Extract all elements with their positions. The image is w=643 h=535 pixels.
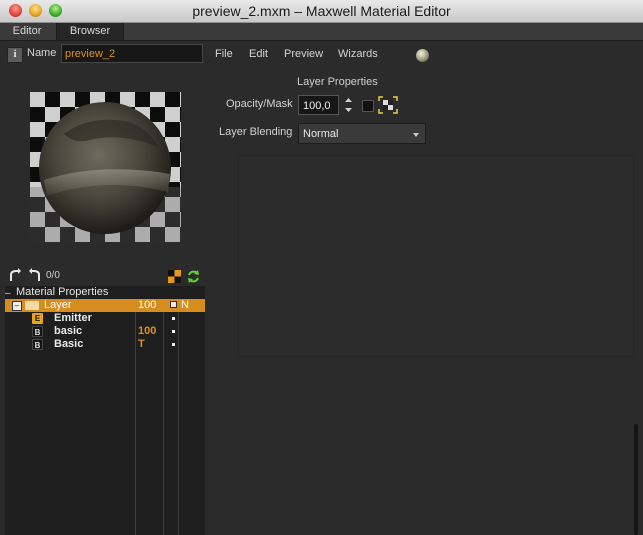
material-preview-image[interactable]	[30, 92, 181, 242]
menu-preview[interactable]: Preview	[284, 48, 323, 60]
bsdf-value: 100	[138, 325, 157, 337]
layer-blending-select[interactable]: Normal	[298, 123, 426, 144]
layer-properties-title: Layer Properties	[297, 76, 378, 88]
menu-wizards[interactable]: Wizards	[338, 48, 378, 60]
layer-value: 100	[138, 299, 157, 311]
tree-title: Material Properties	[16, 286, 109, 298]
mask-color-swatch[interactable]	[362, 100, 374, 112]
render-sphere-icon[interactable]	[416, 49, 429, 62]
vertical-scrollbar[interactable]	[634, 424, 638, 535]
emitter-badge-icon: E	[32, 313, 43, 324]
opacity-stepper[interactable]	[343, 95, 354, 115]
layer-blending-label: Layer Blending	[219, 126, 293, 138]
material-name-input[interactable]: preview_2	[61, 44, 203, 63]
bsdf-visibility-toggle[interactable]	[172, 330, 175, 333]
tab-editor[interactable]: Editor	[0, 23, 54, 40]
tree-row-basic[interactable]: B basic 100	[5, 325, 205, 338]
window-title: preview_2.mxm – Maxwell Material Editor	[192, 3, 451, 19]
history-counter: 0/0	[46, 270, 60, 281]
chevron-down-icon	[413, 133, 419, 137]
layer-name: Layer	[44, 299, 72, 311]
info-icon[interactable]: i	[7, 47, 23, 63]
bsdf-visibility-toggle[interactable]	[172, 343, 175, 346]
bsdf-name: Basic	[54, 338, 84, 350]
emitter-visibility-toggle[interactable]	[172, 317, 175, 320]
opacity-label: Opacity/Mask	[226, 98, 293, 110]
bsdf-badge-icon: B	[32, 326, 43, 337]
layer-properties-panel	[238, 155, 634, 357]
mask-texture-icon[interactable]	[378, 96, 398, 114]
tree-row-emitter[interactable]: E Emitter	[5, 312, 205, 325]
emitter-name: Emitter	[54, 312, 92, 324]
tab-browser[interactable]: Browser	[56, 23, 124, 40]
preview-background-icon[interactable]	[168, 270, 181, 283]
menu-file[interactable]: File	[215, 48, 233, 60]
refresh-preview-icon[interactable]	[186, 269, 201, 284]
redo-icon[interactable]	[28, 268, 42, 282]
tree-row-layer[interactable]: – Layer 100 N	[5, 299, 205, 312]
opacity-input[interactable]: 100,0	[298, 95, 339, 115]
collapse-tree-icon[interactable]: –	[5, 288, 11, 299]
undo-icon[interactable]	[8, 268, 22, 282]
maxwell-material-editor-window: preview_2.mxm – Maxwell Material Editor …	[0, 0, 643, 535]
name-label: Name	[27, 47, 57, 59]
layer-flag: N	[181, 299, 189, 311]
collapse-layer-icon[interactable]: –	[12, 301, 22, 311]
layer-blending-value: Normal	[303, 128, 339, 140]
tab-bar: Editor Browser	[0, 23, 643, 41]
menu-edit[interactable]: Edit	[249, 48, 268, 60]
layer-visibility-toggle[interactable]	[170, 301, 177, 308]
bsdf-value: T	[138, 338, 145, 350]
bsdf-name: basic	[54, 325, 83, 337]
tree-row-basic-2[interactable]: B Basic T	[5, 338, 205, 351]
bsdf-badge-icon: B	[32, 339, 43, 350]
folder-icon	[25, 301, 39, 310]
title-bar[interactable]: preview_2.mxm – Maxwell Material Editor	[0, 0, 643, 23]
